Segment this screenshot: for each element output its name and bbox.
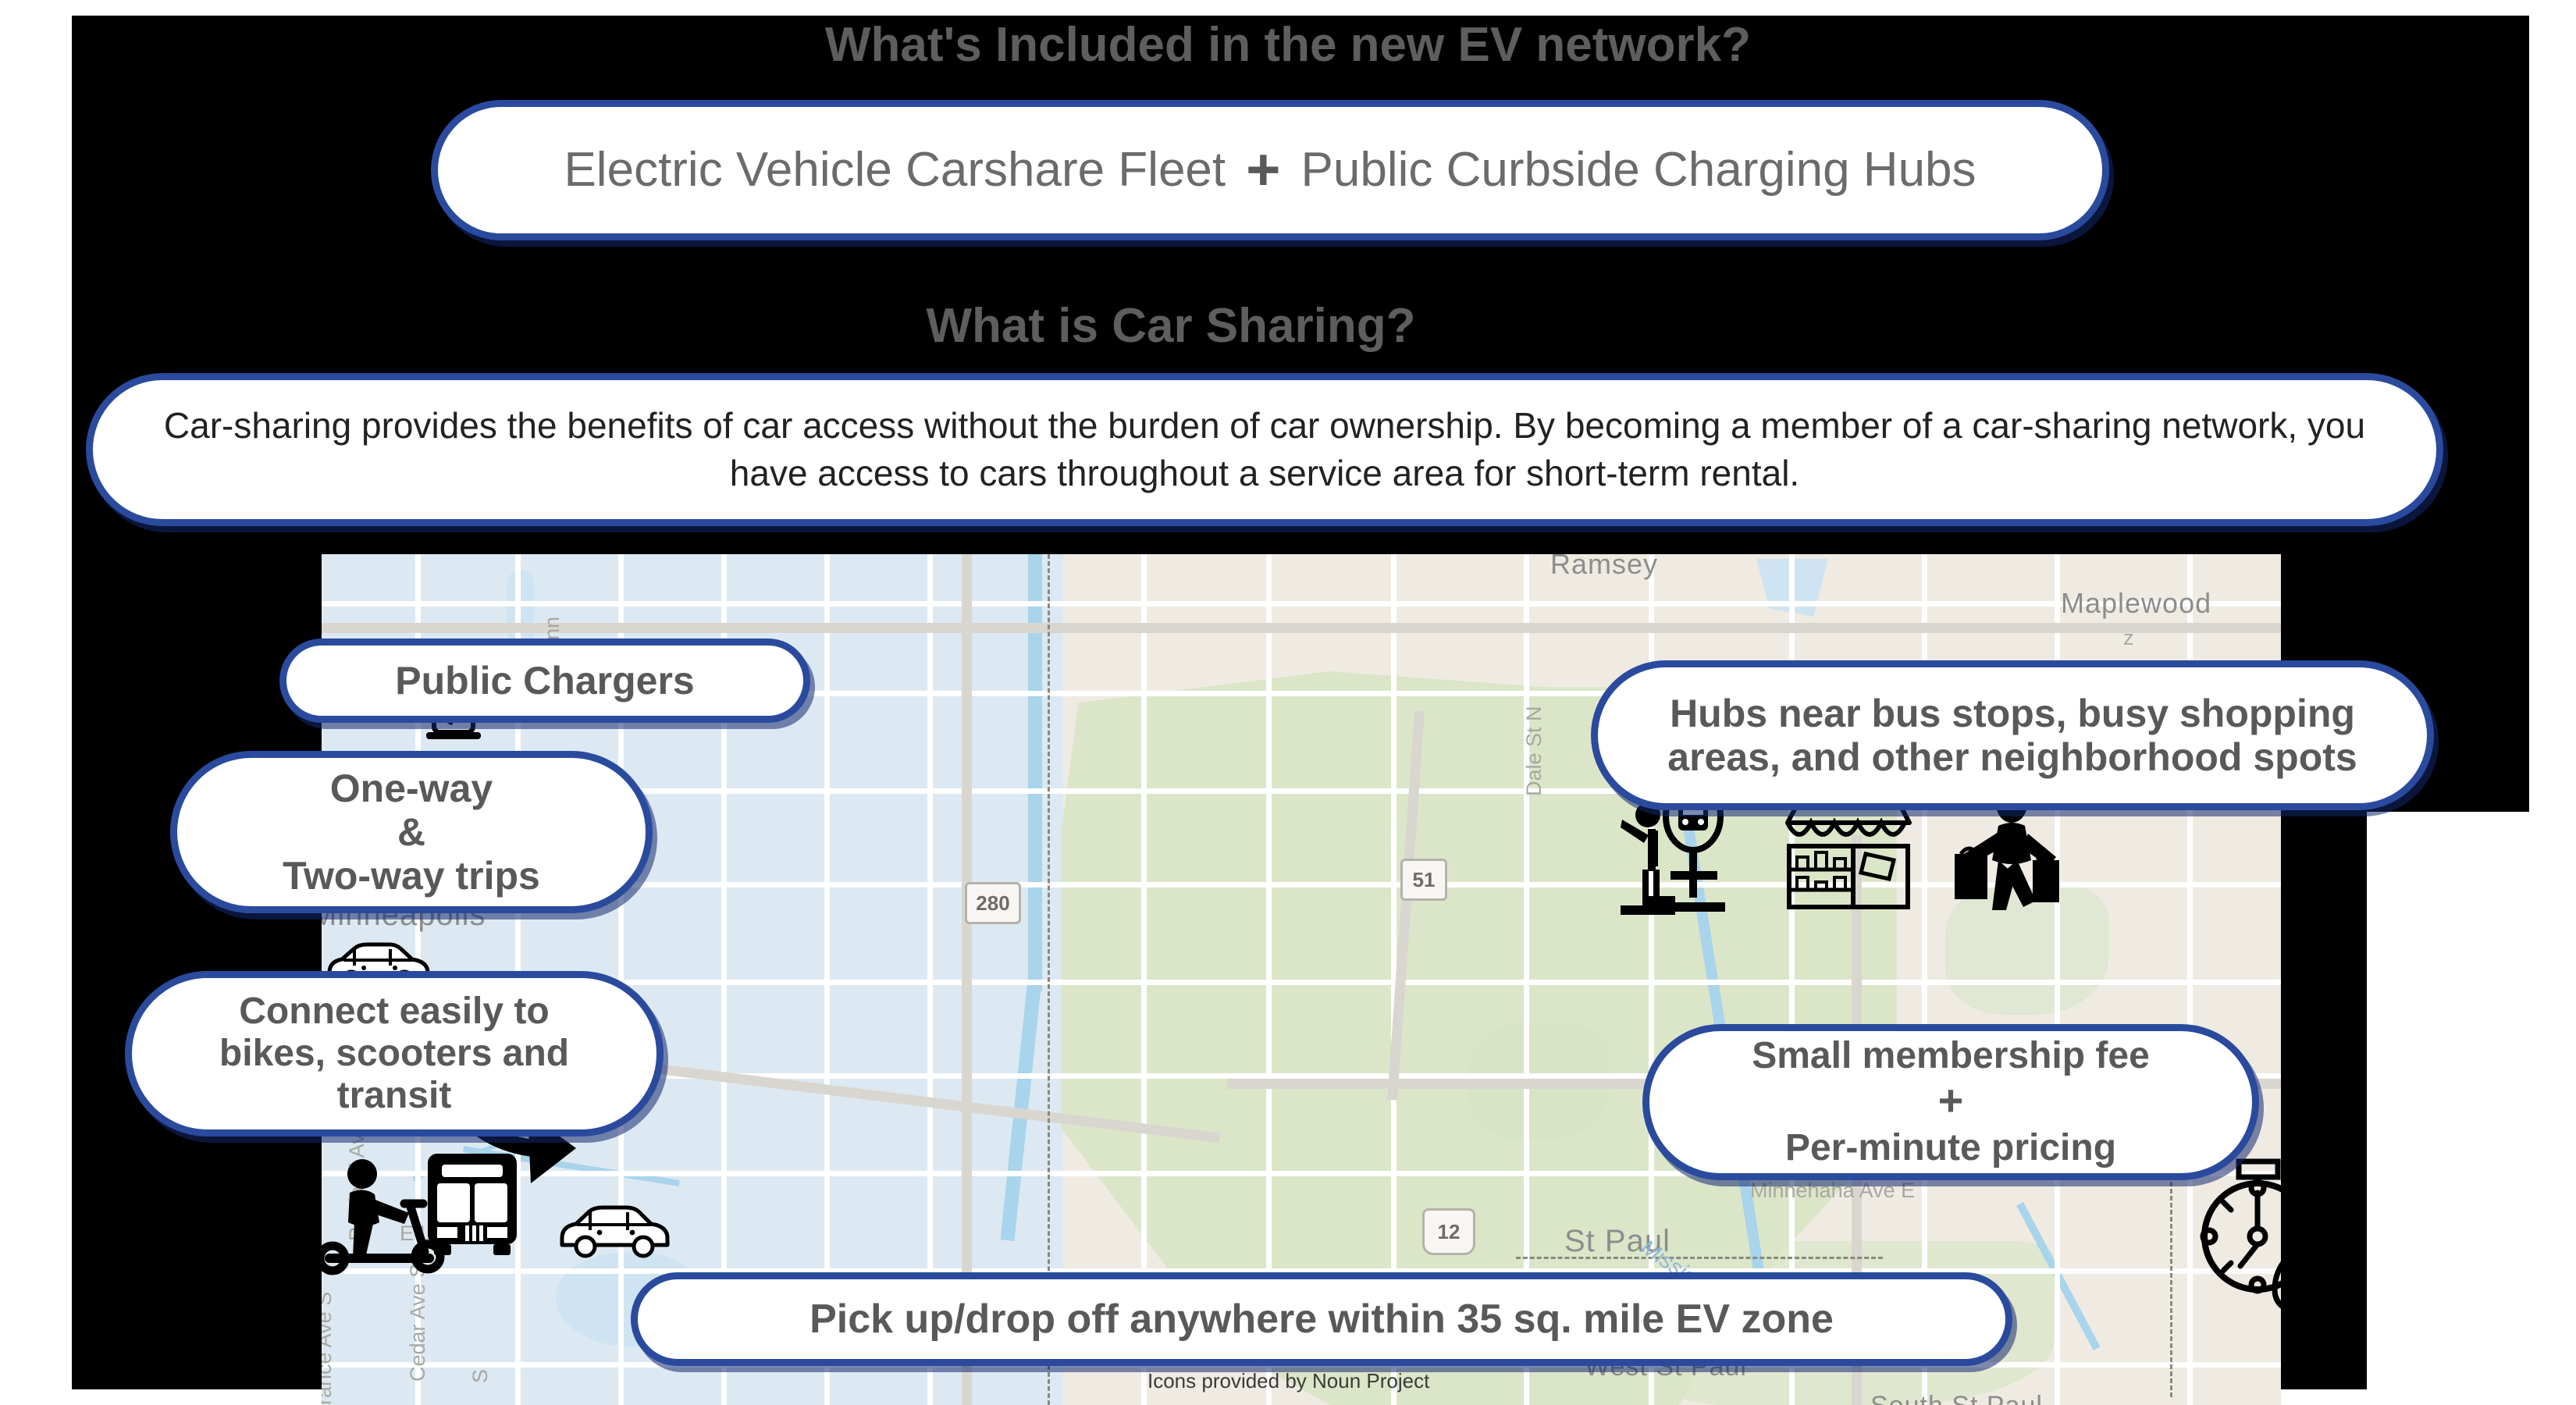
map-label-maplewood: Maplewood (2061, 587, 2212, 619)
fee-plus-icon: + (1937, 1076, 1964, 1125)
car-sharing-description-text: Car-sharing provides the benefits of car… (163, 405, 2366, 493)
slide-canvas: Minneapolis St Paul Ramsey Maplewood Wes… (0, 0, 2576, 1405)
callout-pickup-dropoff-text: Pick up/drop off anywhere within 35 sq. … (809, 1296, 1834, 1342)
money-bag-icon (2265, 1210, 2281, 1319)
map-label-dale-st-n: Dale St N (1522, 706, 1546, 796)
two-way-line: Two-way trips (283, 854, 540, 898)
plus-icon: + (1246, 137, 1281, 204)
map-label-z: z (2123, 626, 2134, 649)
callout-one-way-two-way: One-way & Two-way trips (170, 751, 653, 913)
map-label-minnehaha-ave-e: Minnehaha Ave E (1750, 1179, 1916, 1202)
bus-front-icon (422, 1149, 523, 1258)
connect-line-2: bikes, scooters and (219, 1033, 570, 1075)
banner-right-label: Public Curbside Charging Hubs (1300, 143, 1976, 197)
page-title-middle: What is Car Sharing? (926, 299, 1416, 353)
car-sharing-description: Car-sharing provides the benefits of car… (86, 373, 2443, 526)
one-way-amp: & (397, 810, 426, 854)
callout-connect-modes-text: Connect easily to bikes, scooters and tr… (219, 991, 569, 1116)
hubs-line-2: areas, and other neighborhood spots (1667, 735, 2357, 779)
map-label-rance-ave-s: rance Ave S (322, 1292, 336, 1405)
connect-line-3: transit (336, 1074, 452, 1116)
callout-connect-modes: Connect easily to bikes, scooters and tr… (125, 971, 664, 1136)
map-label-ramsey: Ramsey (1550, 554, 1659, 580)
map-shield-12: 12 (1422, 1208, 1475, 1255)
map-label-south-st-paul: South St Paul (1870, 1391, 2043, 1405)
connect-line-1: Connect easily to (239, 991, 550, 1033)
banner-row: Electric Vehicle Carshare Fleet + Public… (564, 137, 1976, 204)
fee-line-1: Small membership fee (1752, 1035, 2150, 1077)
map-highway (322, 623, 2281, 633)
map-label-s: S (468, 1368, 492, 1383)
callout-hub-locations-text: Hubs near bus stops, busy shopping areas… (1667, 692, 2357, 779)
callout-pricing-text: Small membership fee + Per-minute pricin… (1752, 1035, 2150, 1169)
hubs-line-1: Hubs near bus stops, busy shopping (1670, 692, 2355, 735)
callout-hub-locations: Hubs near bus stops, busy shopping areas… (1591, 660, 2434, 810)
callout-pickup-dropoff: Pick up/drop off anywhere within 35 sq. … (631, 1272, 2012, 1366)
page-title-top: What's Included in the new EV network? (825, 18, 1751, 72)
map-shield-280: 280 (965, 882, 1021, 924)
map-label-cedar-ave-s: Cedar Ave S (406, 1263, 429, 1382)
one-way-line: One-way (329, 767, 493, 810)
callout-public-chargers: Public Chargers (279, 638, 810, 723)
callout-public-chargers-text: Public Chargers (395, 659, 695, 702)
map-river-mississippi (1028, 554, 1042, 991)
callout-pricing: Small membership fee + Per-minute pricin… (1642, 1024, 2259, 1180)
map-shield-51: 51 (1400, 859, 1447, 901)
ev-network-banner: Electric Vehicle Carshare Fleet + Public… (431, 100, 2109, 240)
banner-left-label: Electric Vehicle Carshare Fleet (564, 143, 1226, 197)
callout-one-way-two-way-text: One-way & Two-way trips (283, 767, 540, 898)
fee-line-2: Per-minute pricing (1784, 1127, 2117, 1168)
icon-credit: Icons provided by Noun Project (1147, 1369, 1430, 1393)
map-street (322, 601, 2281, 606)
